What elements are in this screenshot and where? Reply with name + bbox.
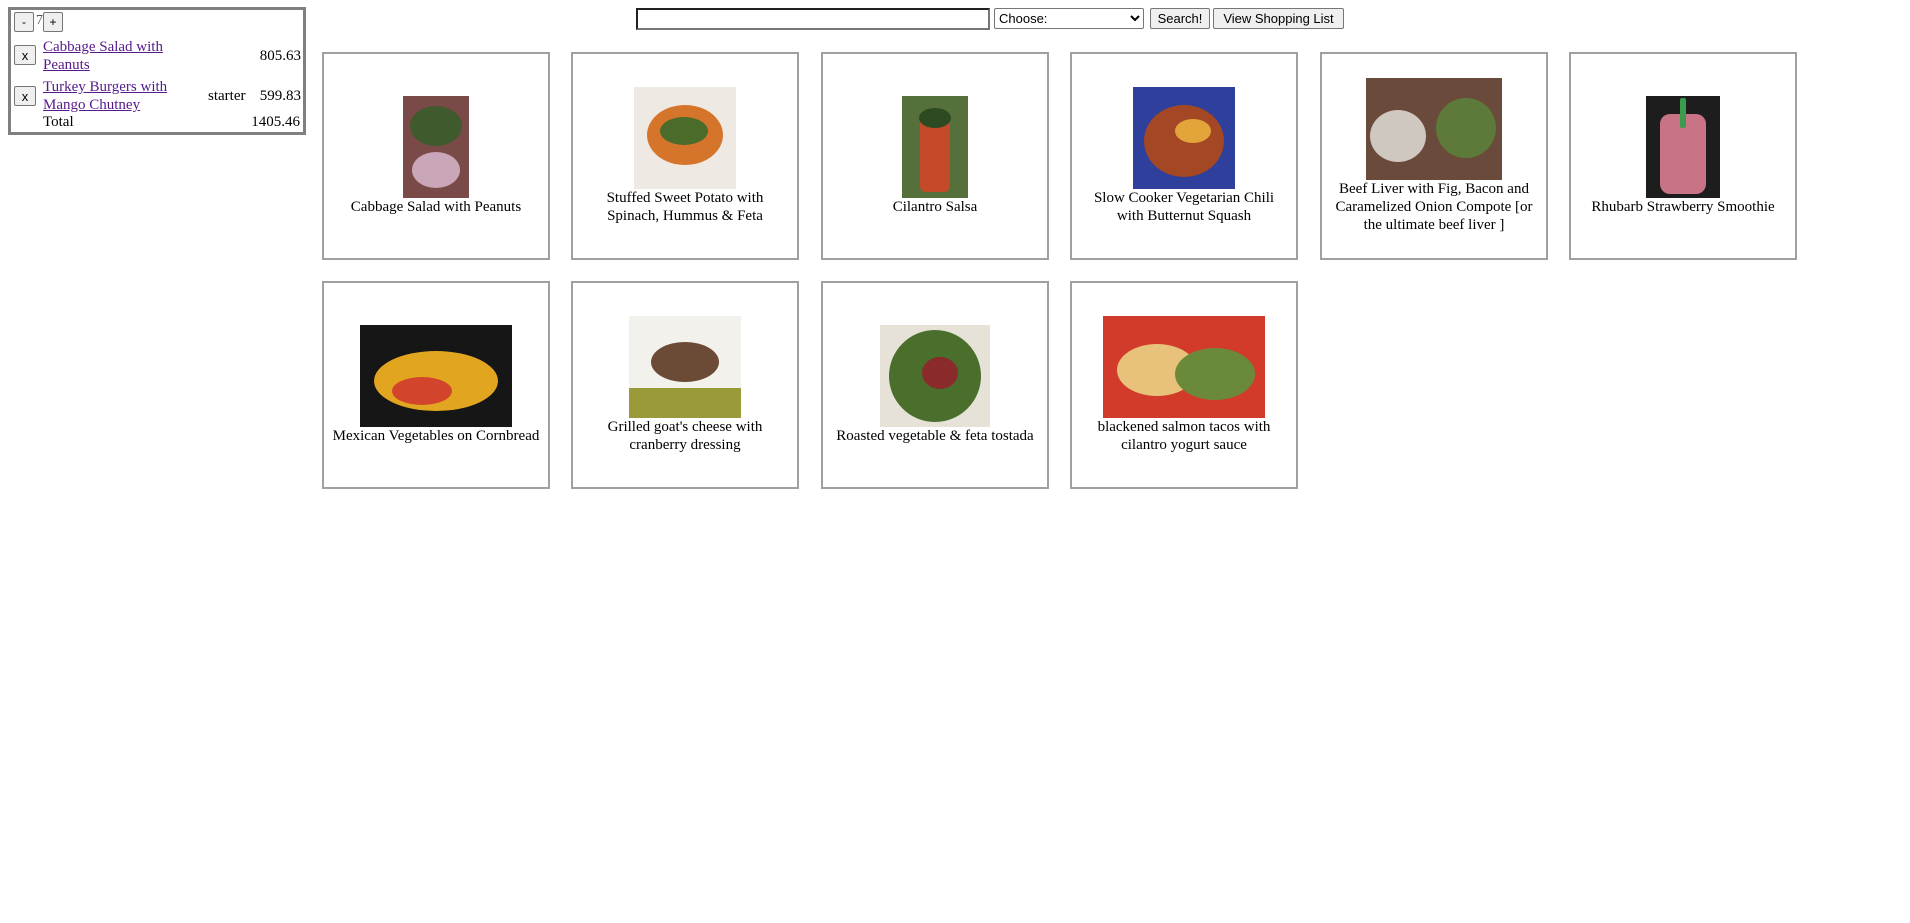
- recipe-title: Cabbage Salad with Peanuts: [350, 199, 522, 215]
- recipe-title: Slow Cooker Vegetarian Chili with Butter…: [1093, 190, 1275, 224]
- image-shape-accent: [1436, 98, 1496, 158]
- image-shape-accent: [1175, 119, 1211, 143]
- remove-dish-button[interactable]: x: [14, 86, 36, 106]
- remove-dish-button[interactable]: x: [14, 45, 36, 65]
- recipe-title: Mexican Vegetables on Cornbread: [332, 428, 540, 444]
- recipe-image: [880, 325, 990, 427]
- menu-item-link[interactable]: Turkey Burgers with Mango Chutney: [43, 78, 183, 114]
- recipe-title: Beef Liver with Fig, Bacon and Carameliz…: [1335, 181, 1533, 233]
- image-shape-main: [410, 106, 462, 146]
- decrease-guests-button[interactable]: -: [14, 12, 34, 32]
- recipe-title: Stuffed Sweet Potato with Spinach, Hummu…: [606, 190, 764, 224]
- recipe-image: [1366, 78, 1502, 180]
- recipe-title: Roasted vegetable & feta tostada: [836, 428, 1034, 444]
- recipe-image: [902, 96, 968, 198]
- recipe-card[interactable]: Cilantro Salsa: [821, 52, 1049, 260]
- menu-item: x Cabbage Salad with Peanuts 805.63: [14, 37, 301, 75]
- menu-item-price: 805.63: [259, 48, 301, 64]
- menu-item-course: starter: [208, 88, 246, 104]
- recipe-card[interactable]: Roasted vegetable & feta tostada: [821, 281, 1049, 489]
- image-shape-accent: [919, 108, 951, 128]
- image-shape-accent: [1680, 98, 1686, 128]
- recipe-card[interactable]: Cabbage Salad with Peanuts: [322, 52, 550, 260]
- menu-item: x Turkey Burgers with Mango Chutney star…: [14, 77, 301, 115]
- recipe-image: [634, 87, 736, 189]
- recipe-image: [629, 316, 741, 418]
- recipe-image: [1646, 96, 1720, 198]
- image-shape-accent: [1175, 348, 1255, 400]
- recipe-image: [1133, 87, 1235, 189]
- image-shape-accent: [392, 377, 452, 405]
- recipe-card[interactable]: Mexican Vegetables on Cornbread: [322, 281, 550, 489]
- view-shopping-list-button[interactable]: View Shopping List: [1213, 8, 1344, 29]
- menu-item-price: 599.83: [259, 88, 301, 104]
- recipe-image: [1103, 316, 1265, 418]
- recipe-title: blackened salmon tacos with cilantro yog…: [1097, 419, 1271, 453]
- recipe-image: [403, 96, 469, 198]
- menu-panel: - 7 + x Cabbage Salad with Peanuts 805.6…: [8, 7, 306, 135]
- image-shape-accent: [660, 117, 708, 145]
- recipe-card[interactable]: Slow Cooker Vegetarian Chili with Butter…: [1070, 52, 1298, 260]
- guest-count: 7: [36, 13, 43, 28]
- search-button[interactable]: Search!: [1150, 8, 1210, 29]
- recipe-card[interactable]: Rhubarb Strawberry Smoothie: [1569, 52, 1797, 260]
- recipe-card[interactable]: Grilled goat's cheese with cranberry dre…: [571, 281, 799, 489]
- dish-type-select[interactable]: Choose:: [994, 8, 1144, 29]
- total-label: Total: [43, 114, 74, 130]
- menu-item-link[interactable]: Cabbage Salad with Peanuts: [43, 38, 183, 74]
- recipe-image: [360, 325, 512, 427]
- recipe-card[interactable]: Beef Liver with Fig, Bacon and Carameliz…: [1320, 52, 1548, 260]
- recipe-title: Rhubarb Strawberry Smoothie: [1591, 199, 1775, 215]
- recipe-title: Cilantro Salsa: [892, 199, 978, 215]
- image-shape-main: [1370, 110, 1426, 162]
- search-input[interactable]: [636, 8, 990, 30]
- image-shape-accent: [922, 357, 958, 389]
- recipe-title: Grilled goat's cheese with cranberry dre…: [607, 419, 763, 453]
- increase-guests-button[interactable]: +: [43, 12, 63, 32]
- recipe-card[interactable]: Stuffed Sweet Potato with Spinach, Hummu…: [571, 52, 799, 260]
- image-shape-accent: [412, 152, 460, 188]
- recipe-card[interactable]: blackened salmon tacos with cilantro yog…: [1070, 281, 1298, 489]
- image-shape-main: [651, 342, 719, 382]
- image-shape-accent: [629, 388, 741, 418]
- total-value: 1405.46: [251, 114, 300, 130]
